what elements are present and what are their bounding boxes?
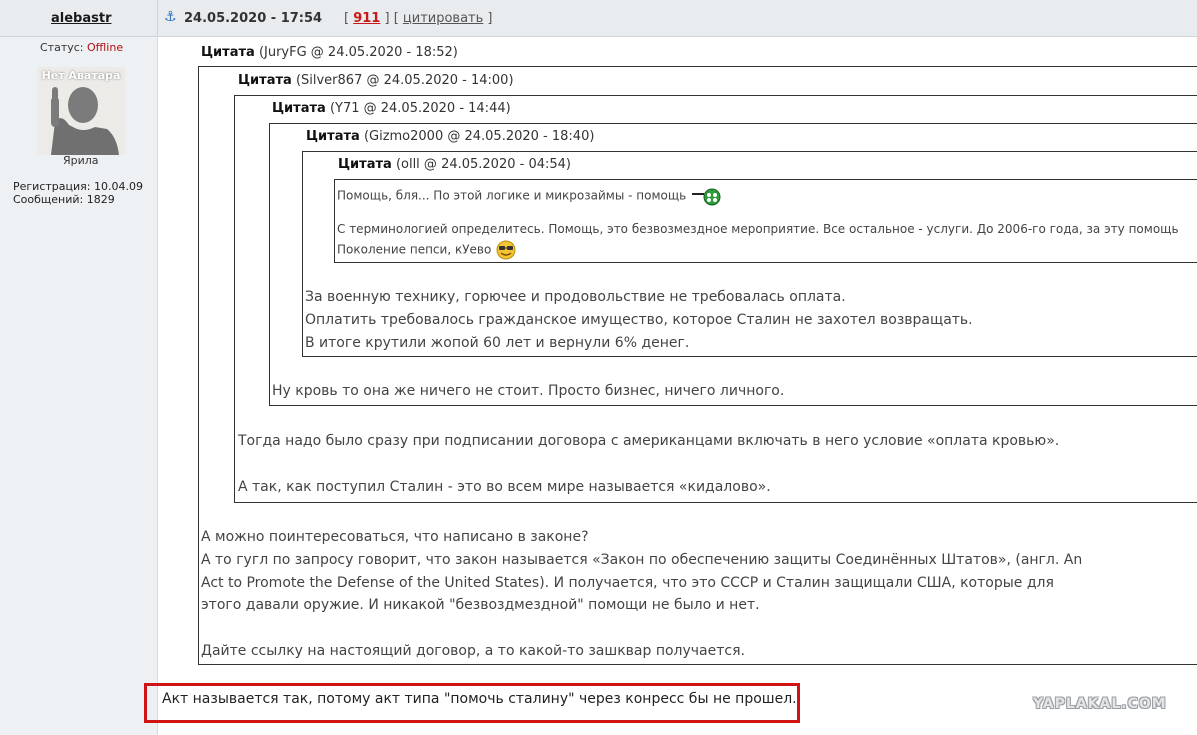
quote-meta: (Y71 @ 24.05.2020 - 14:44) — [329, 101, 511, 116]
post-number-link[interactable]: 911 — [353, 11, 380, 26]
author-name-link[interactable]: alebastr — [51, 11, 112, 26]
quote-text-line: А можно поинтересоваться, что написано в… — [201, 529, 589, 545]
post-actions: [ 911 ] [ цитировать ] — [344, 11, 493, 26]
quote-text-line: С терминологией определитесь. Помощь, эт… — [337, 222, 1179, 236]
quote-header: Цитата (Silver867 @ 24.05.2020 - 14:00) — [238, 73, 514, 88]
quote-meta: (olll @ 24.05.2020 - 04:54) — [395, 157, 571, 172]
quote-text-line: Дайте ссылку на настоящий договор, а то … — [201, 643, 745, 659]
quote-text-line: Тогда надо было сразу при подписании дог… — [238, 433, 1060, 449]
quote-label: Цитата — [306, 129, 360, 144]
clover-smiley-icon — [692, 188, 721, 206]
avatar-caption: Нет Аватара — [41, 69, 121, 82]
header-divider — [157, 0, 158, 36]
quote-text-line: А то гугл по запросу говорит, что закон … — [201, 552, 1083, 568]
quote-header: Цитата (Y71 @ 24.05.2020 - 14:44) — [272, 101, 511, 116]
status-value: Offline — [87, 41, 124, 54]
quote-text-line: Оплатить требовалось гражданское имущест… — [305, 312, 973, 328]
post-header-bar — [0, 0, 1197, 37]
user-rank: Ярила — [63, 154, 99, 167]
quote-text-line: Ну кровь то она же ничего не стоит. Прос… — [272, 383, 785, 399]
user-status: Статус: Offline — [40, 41, 123, 54]
quote-label: Цитата — [338, 157, 392, 172]
quote-text-line: Помощь, бля... По этой логике и микрозай… — [337, 188, 687, 203]
quote-meta: (Silver867 @ 24.05.2020 - 14:00) — [295, 73, 514, 88]
quote-text: Поколение пепси, кУево — [337, 240, 517, 260]
registration-date: Регистрация: 10.04.09 — [13, 180, 143, 193]
quote-label: Цитата — [201, 45, 255, 60]
quote-meta: (JuryFG @ 24.05.2020 - 18:52) — [258, 45, 458, 60]
quote-label: Цитата — [238, 73, 292, 88]
reply-text: Акт называется так, потому акт типа "пом… — [162, 691, 797, 707]
quote-label: Цитата — [272, 101, 326, 116]
quote-text-line: Поколение пепси, кУево — [337, 242, 492, 257]
quote-text-line: За военную технику, горючее и продовольс… — [305, 289, 846, 305]
quote-header: Цитата (olll @ 24.05.2020 - 04:54) — [338, 157, 571, 172]
quote-header: Цитата (JuryFG @ 24.05.2020 - 18:52) — [201, 45, 458, 60]
user-stats: Регистрация: 10.04.09 Сообщений: 1829 — [13, 180, 143, 206]
sunglasses-smiley-icon — [496, 240, 516, 260]
quote-text-line: этого давали оружие. И никакой "безвоздм… — [201, 597, 760, 613]
quote-text-line: В итоге крутили жопой 60 лет и вернули 6… — [305, 335, 690, 351]
quote-header: Цитата (Gizmo2000 @ 24.05.2020 - 18:40) — [306, 129, 594, 144]
anchor-icon[interactable]: ⚓ — [164, 9, 177, 25]
site-watermark: YAPLAKAL.COM — [1033, 696, 1167, 712]
post-date: 24.05.2020 - 17:54 — [184, 11, 323, 26]
quote-text: Помощь, бля... По этой логике и микрозай… — [337, 186, 724, 206]
quote-text-line: Act to Promote the Defense of the United… — [201, 575, 1054, 591]
status-label: Статус: — [40, 41, 84, 54]
quote-text-line: А так, как поступил Сталин - это во всем… — [238, 479, 771, 495]
quote-meta: (Gizmo2000 @ 24.05.2020 - 18:40) — [363, 129, 595, 144]
avatar: Нет Аватара — [37, 67, 125, 155]
message-count: Сообщений: 1829 — [13, 193, 115, 206]
quote-link[interactable]: цитировать — [403, 11, 483, 26]
